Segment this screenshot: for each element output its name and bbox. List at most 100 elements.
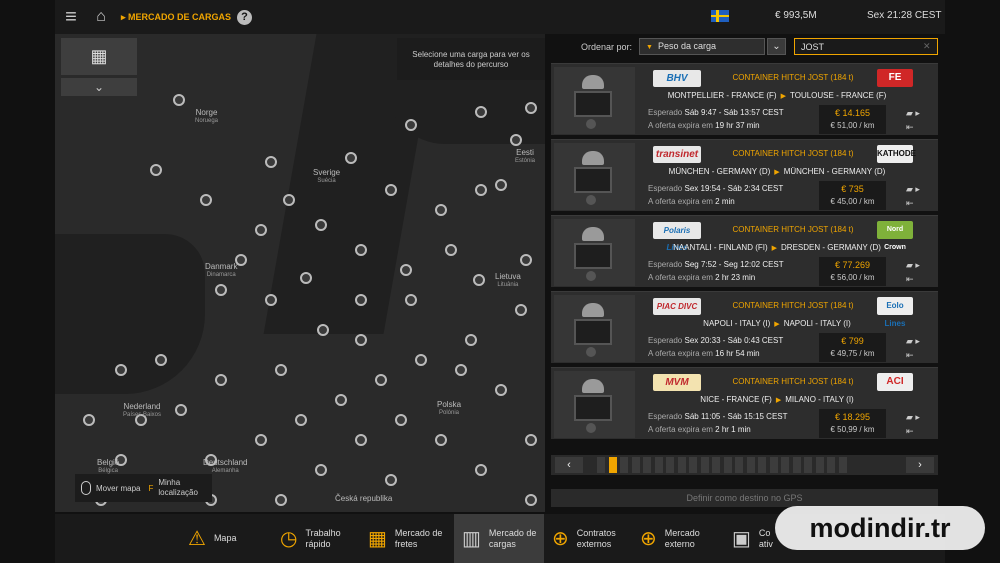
city-marker[interactable] xyxy=(473,274,485,286)
job-row[interactable]: PIAC DIVC CONTAINER HITCH JOST (184 t) E… xyxy=(551,291,938,363)
city-marker[interactable] xyxy=(465,334,477,346)
nav-item-freight-market[interactable]: ▦ Mercado de fretes xyxy=(368,514,458,563)
city-marker[interactable] xyxy=(283,194,295,206)
search-input[interactable] xyxy=(794,38,938,55)
city-marker[interactable] xyxy=(445,244,457,256)
city-marker[interactable] xyxy=(495,179,507,191)
city-marker[interactable] xyxy=(317,324,329,336)
sort-select[interactable]: ▼ Peso da carga xyxy=(639,38,765,55)
page-segment[interactable] xyxy=(700,457,709,473)
city-marker[interactable] xyxy=(455,364,467,376)
city-marker[interactable] xyxy=(265,294,277,306)
city-marker[interactable] xyxy=(515,304,527,316)
page-segment[interactable] xyxy=(712,457,720,473)
help-icon[interactable]: ? xyxy=(237,9,253,25)
expand-filter-button[interactable]: ⌄ xyxy=(61,78,137,96)
city-marker[interactable] xyxy=(215,374,227,386)
city-marker[interactable] xyxy=(495,384,507,396)
page-segment[interactable] xyxy=(631,457,640,473)
city-marker[interactable] xyxy=(525,102,537,114)
page-segment[interactable] xyxy=(827,457,835,473)
city-marker[interactable] xyxy=(400,264,412,276)
nav-item-external-contracts[interactable]: ⊕ Contratos externos xyxy=(552,514,642,563)
city-marker[interactable] xyxy=(295,414,307,426)
city-marker[interactable] xyxy=(475,106,487,118)
page-segment[interactable] xyxy=(804,457,812,473)
city-marker[interactable] xyxy=(355,244,367,256)
city-marker[interactable] xyxy=(315,464,327,476)
city-marker[interactable] xyxy=(435,434,447,446)
sort-chevron-button[interactable]: ⌄ xyxy=(767,38,786,55)
city-marker[interactable] xyxy=(300,272,312,284)
job-row[interactable]: MVM CONTAINER HITCH JOST (184 t) ACI NIC… xyxy=(551,367,938,439)
page-segment[interactable] xyxy=(769,457,778,473)
map-panel[interactable]: Norge Noruega Sverige Suécia Eesti Estónia … xyxy=(55,34,545,512)
page-segment[interactable] xyxy=(689,457,697,473)
city-marker[interactable] xyxy=(395,414,407,426)
nav-item-cargo-market[interactable]: ▥ Mercado de cargas xyxy=(454,514,544,563)
city-marker[interactable] xyxy=(265,156,277,168)
city-marker[interactable] xyxy=(83,414,95,426)
nav-item-map[interactable]: ⚠ Mapa xyxy=(188,514,278,563)
city-marker[interactable] xyxy=(415,354,427,366)
page-segment[interactable] xyxy=(723,457,732,473)
nav-item-quick-job[interactable]: ◷ Trabalho rápido xyxy=(280,514,370,563)
city-marker[interactable] xyxy=(173,94,185,106)
page-segment[interactable] xyxy=(654,457,663,473)
city-marker[interactable] xyxy=(385,184,397,196)
page-segment[interactable] xyxy=(758,457,766,473)
page-segment[interactable] xyxy=(643,457,651,473)
cargo-boxes-icon: ▦ xyxy=(90,46,108,66)
city-marker[interactable] xyxy=(405,294,417,306)
job-row[interactable]: BHV CONTAINER HITCH JOST (184 t) FE MONT… xyxy=(551,63,938,135)
set-gps-destination-button[interactable]: Definir como destino no GPS xyxy=(551,489,938,507)
job-row[interactable]: Polaris Lines CONTAINER HITCH JOST (184 … xyxy=(551,215,938,287)
city-marker[interactable] xyxy=(255,224,267,236)
page-segment[interactable] xyxy=(620,457,628,473)
page-segment[interactable] xyxy=(781,457,789,473)
nav-item-external-market[interactable]: ⊕ Mercado externo xyxy=(640,514,730,563)
city-marker[interactable] xyxy=(335,394,347,406)
city-marker[interactable] xyxy=(385,474,397,486)
cargo-filter-button[interactable]: ▦ xyxy=(61,38,137,75)
menu-icon[interactable]: ≡ xyxy=(55,6,87,29)
city-marker[interactable] xyxy=(520,254,532,266)
city-marker[interactable] xyxy=(525,494,537,506)
next-page-button[interactable]: › xyxy=(906,457,934,473)
city-marker[interactable] xyxy=(475,464,487,476)
clear-search-icon[interactable]: ✕ xyxy=(923,41,931,52)
page-segment[interactable] xyxy=(597,457,605,473)
page-segment[interactable] xyxy=(666,457,674,473)
city-marker[interactable] xyxy=(405,119,417,131)
city-marker[interactable] xyxy=(215,284,227,296)
prev-page-button[interactable]: ‹ xyxy=(555,457,583,473)
page-segment[interactable] xyxy=(735,457,743,473)
city-marker[interactable] xyxy=(355,294,367,306)
city-marker[interactable] xyxy=(255,434,267,446)
home-icon[interactable]: ⌂ xyxy=(87,8,115,26)
city-marker[interactable] xyxy=(275,494,287,506)
city-marker[interactable] xyxy=(475,184,487,196)
city-marker[interactable] xyxy=(200,194,212,206)
page-segment[interactable] xyxy=(608,457,617,473)
city-marker[interactable] xyxy=(150,164,162,176)
city-marker[interactable] xyxy=(510,134,522,146)
expected-time: Esperado Sáb 9:47 - Sáb 13:57 CEST xyxy=(648,108,784,117)
page-segment[interactable] xyxy=(792,457,801,473)
city-marker[interactable] xyxy=(115,364,127,376)
page-segment[interactable] xyxy=(815,457,824,473)
city-marker[interactable] xyxy=(345,152,357,164)
city-marker[interactable] xyxy=(355,334,367,346)
page-segment[interactable] xyxy=(677,457,686,473)
page-segment[interactable] xyxy=(838,457,847,473)
page-segment[interactable] xyxy=(746,457,755,473)
city-marker[interactable] xyxy=(525,434,537,446)
city-marker[interactable] xyxy=(375,374,387,386)
city-marker[interactable] xyxy=(275,364,287,376)
city-marker[interactable] xyxy=(175,404,187,416)
city-marker[interactable] xyxy=(315,219,327,231)
city-marker[interactable] xyxy=(155,354,167,366)
city-marker[interactable] xyxy=(355,434,367,446)
city-marker[interactable] xyxy=(435,204,447,216)
job-row[interactable]: transinet CONTAINER HITCH JOST (184 t) K… xyxy=(551,139,938,211)
